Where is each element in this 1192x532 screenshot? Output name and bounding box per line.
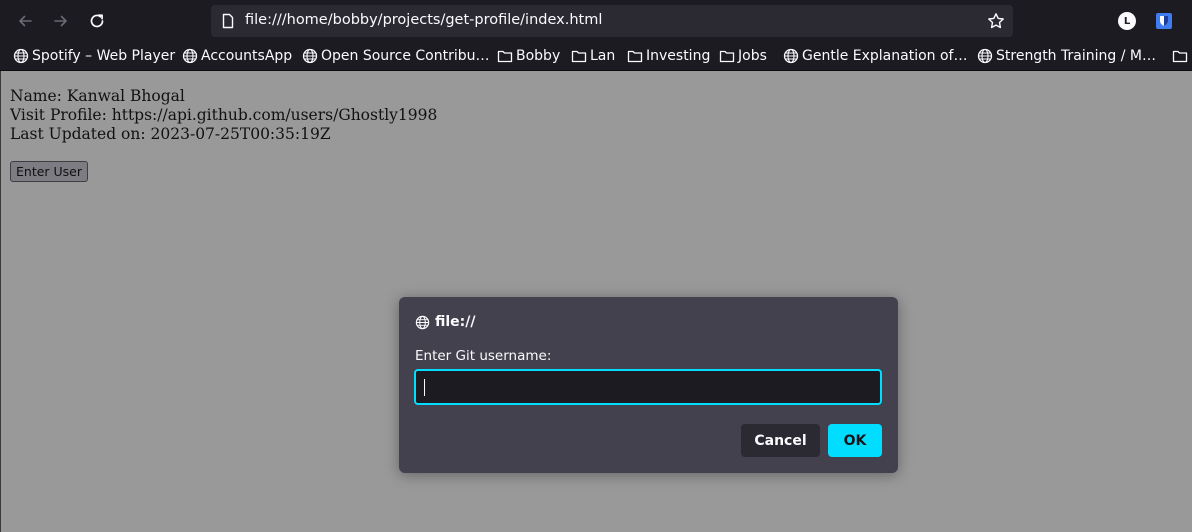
bookmark-open-source[interactable]: Open Source Contribu… — [302, 47, 490, 65]
globe-icon — [415, 315, 430, 329]
folder-icon — [571, 50, 587, 63]
folder-icon — [627, 50, 643, 63]
cancel-button[interactable]: Cancel — [741, 424, 820, 457]
reload-icon[interactable] — [85, 9, 109, 33]
dialog-title: file:// — [435, 314, 476, 330]
ok-button[interactable]: OK — [828, 424, 882, 457]
dialog-message: Enter Git username: — [415, 348, 552, 364]
profile-updated: Last Updated on: 2023-07-25T00:35:19Z — [10, 125, 331, 143]
extension-shield-icon[interactable] — [1155, 12, 1173, 30]
page-icon — [222, 13, 234, 29]
enter-user-button[interactable]: Enter User — [10, 161, 89, 182]
bookmark-gentle-explanation[interactable]: Gentle Explanation of… — [783, 47, 967, 65]
bookmark-label: Gentle Explanation of… — [802, 48, 968, 64]
bookmark-label: AccountsApp — [201, 48, 293, 64]
username-input[interactable] — [414, 369, 882, 405]
address-bar[interactable]: file:///home/bobby/projects/get-profile/… — [211, 5, 1013, 37]
bookmark-folder-overflow[interactable] — [1172, 47, 1191, 65]
bookmark-label: Spotify – Web Player — [32, 48, 176, 64]
globe-icon — [302, 48, 318, 64]
account-avatar-icon[interactable]: L — [1118, 12, 1136, 30]
folder-icon — [1172, 50, 1188, 63]
bookmark-label: Investing — [646, 48, 711, 64]
bookmarks-toolbar: Spotify – Web Player AccountsApp Open So… — [0, 42, 1192, 71]
globe-icon — [977, 48, 993, 64]
dialog-header: file:// — [415, 314, 476, 330]
globe-icon — [783, 48, 799, 64]
bookmark-folder-bobby[interactable]: Bobby — [497, 47, 560, 65]
url-text[interactable]: file:///home/bobby/projects/get-profile/… — [245, 12, 602, 28]
prompt-dialog: file:// Enter Git username: Cancel OK — [399, 297, 898, 473]
profile-info: Name: Kanwal Bhogal Visit Profile: https… — [10, 87, 437, 144]
profile-link: Visit Profile: https://api.github.com/us… — [10, 106, 438, 124]
bookmark-spotify[interactable]: Spotify – Web Player — [13, 47, 175, 65]
globe-icon — [182, 48, 198, 64]
globe-icon — [13, 48, 29, 64]
bookmark-folder-jobs[interactable]: Jobs — [719, 47, 767, 65]
profile-name: Name: Kanwal Bhogal — [10, 87, 185, 105]
text-caret — [424, 379, 425, 396]
browser-toolbar: file:///home/bobby/projects/get-profile/… — [0, 0, 1192, 42]
bookmark-label: Strength Training / M… — [996, 48, 1156, 64]
back-arrow-icon[interactable] — [13, 9, 37, 33]
folder-icon — [497, 50, 513, 63]
folder-icon — [719, 50, 735, 63]
forward-arrow-icon[interactable] — [49, 9, 73, 33]
bookmark-label: Bobby — [516, 48, 561, 64]
bookmark-folder-lan[interactable]: Lan — [571, 47, 615, 65]
bookmark-label: Lan — [590, 48, 616, 64]
bookmark-folder-investing[interactable]: Investing — [627, 47, 710, 65]
bookmark-label: Jobs — [738, 48, 767, 64]
bookmark-strength-training[interactable]: Strength Training / M… — [977, 47, 1156, 65]
bookmark-accountsapp[interactable]: AccountsApp — [182, 47, 292, 65]
bookmark-label: Open Source Contribu… — [321, 48, 490, 64]
bookmark-star-icon[interactable] — [987, 12, 1005, 30]
